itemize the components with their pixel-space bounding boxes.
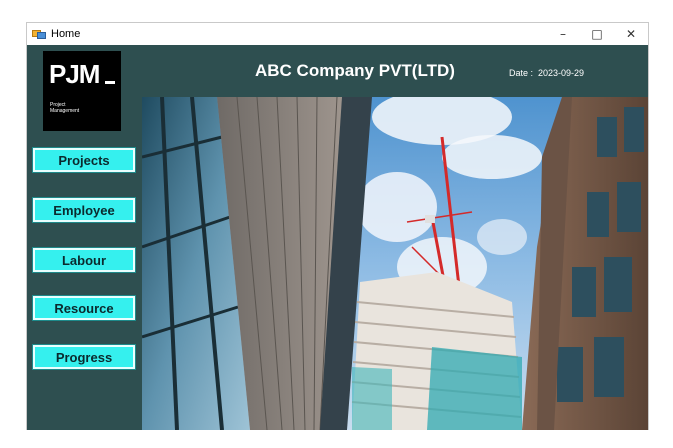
- logo-subtitle: Project Management: [50, 102, 80, 114]
- title-bar[interactable]: Home – □ ✕: [27, 23, 648, 45]
- resource-button[interactable]: Resource: [33, 296, 135, 320]
- construction-photo: [142, 97, 648, 430]
- date-value: 2023-09-29: [538, 68, 585, 78]
- progress-button[interactable]: Progress: [33, 345, 135, 369]
- sidebar: PJM Project Management Projects Employee…: [27, 45, 142, 430]
- minimize-button[interactable]: –: [546, 23, 580, 45]
- construction-illustration: [142, 97, 648, 430]
- logo-text: PJM: [49, 59, 100, 89]
- header-bar: ABC Company PVT(LTD) Date : 2023-09-29: [142, 45, 648, 97]
- main-window: Home – □ ✕ PJM Project Management Projec…: [26, 22, 649, 430]
- company-title: ABC Company PVT(LTD): [255, 61, 455, 80]
- maximize-button[interactable]: □: [580, 23, 614, 45]
- window-title: Home: [51, 28, 81, 40]
- pjm-logo: PJM Project Management: [43, 51, 121, 131]
- projects-button[interactable]: Projects: [33, 148, 135, 172]
- app-icon: [32, 28, 46, 40]
- window-controls: – □ ✕: [546, 23, 648, 45]
- labour-button[interactable]: Labour: [33, 248, 135, 272]
- date-label: Date :: [509, 68, 534, 78]
- close-button[interactable]: ✕: [614, 23, 648, 45]
- logo-underscore: [105, 81, 115, 84]
- employee-button[interactable]: Employee: [33, 198, 135, 222]
